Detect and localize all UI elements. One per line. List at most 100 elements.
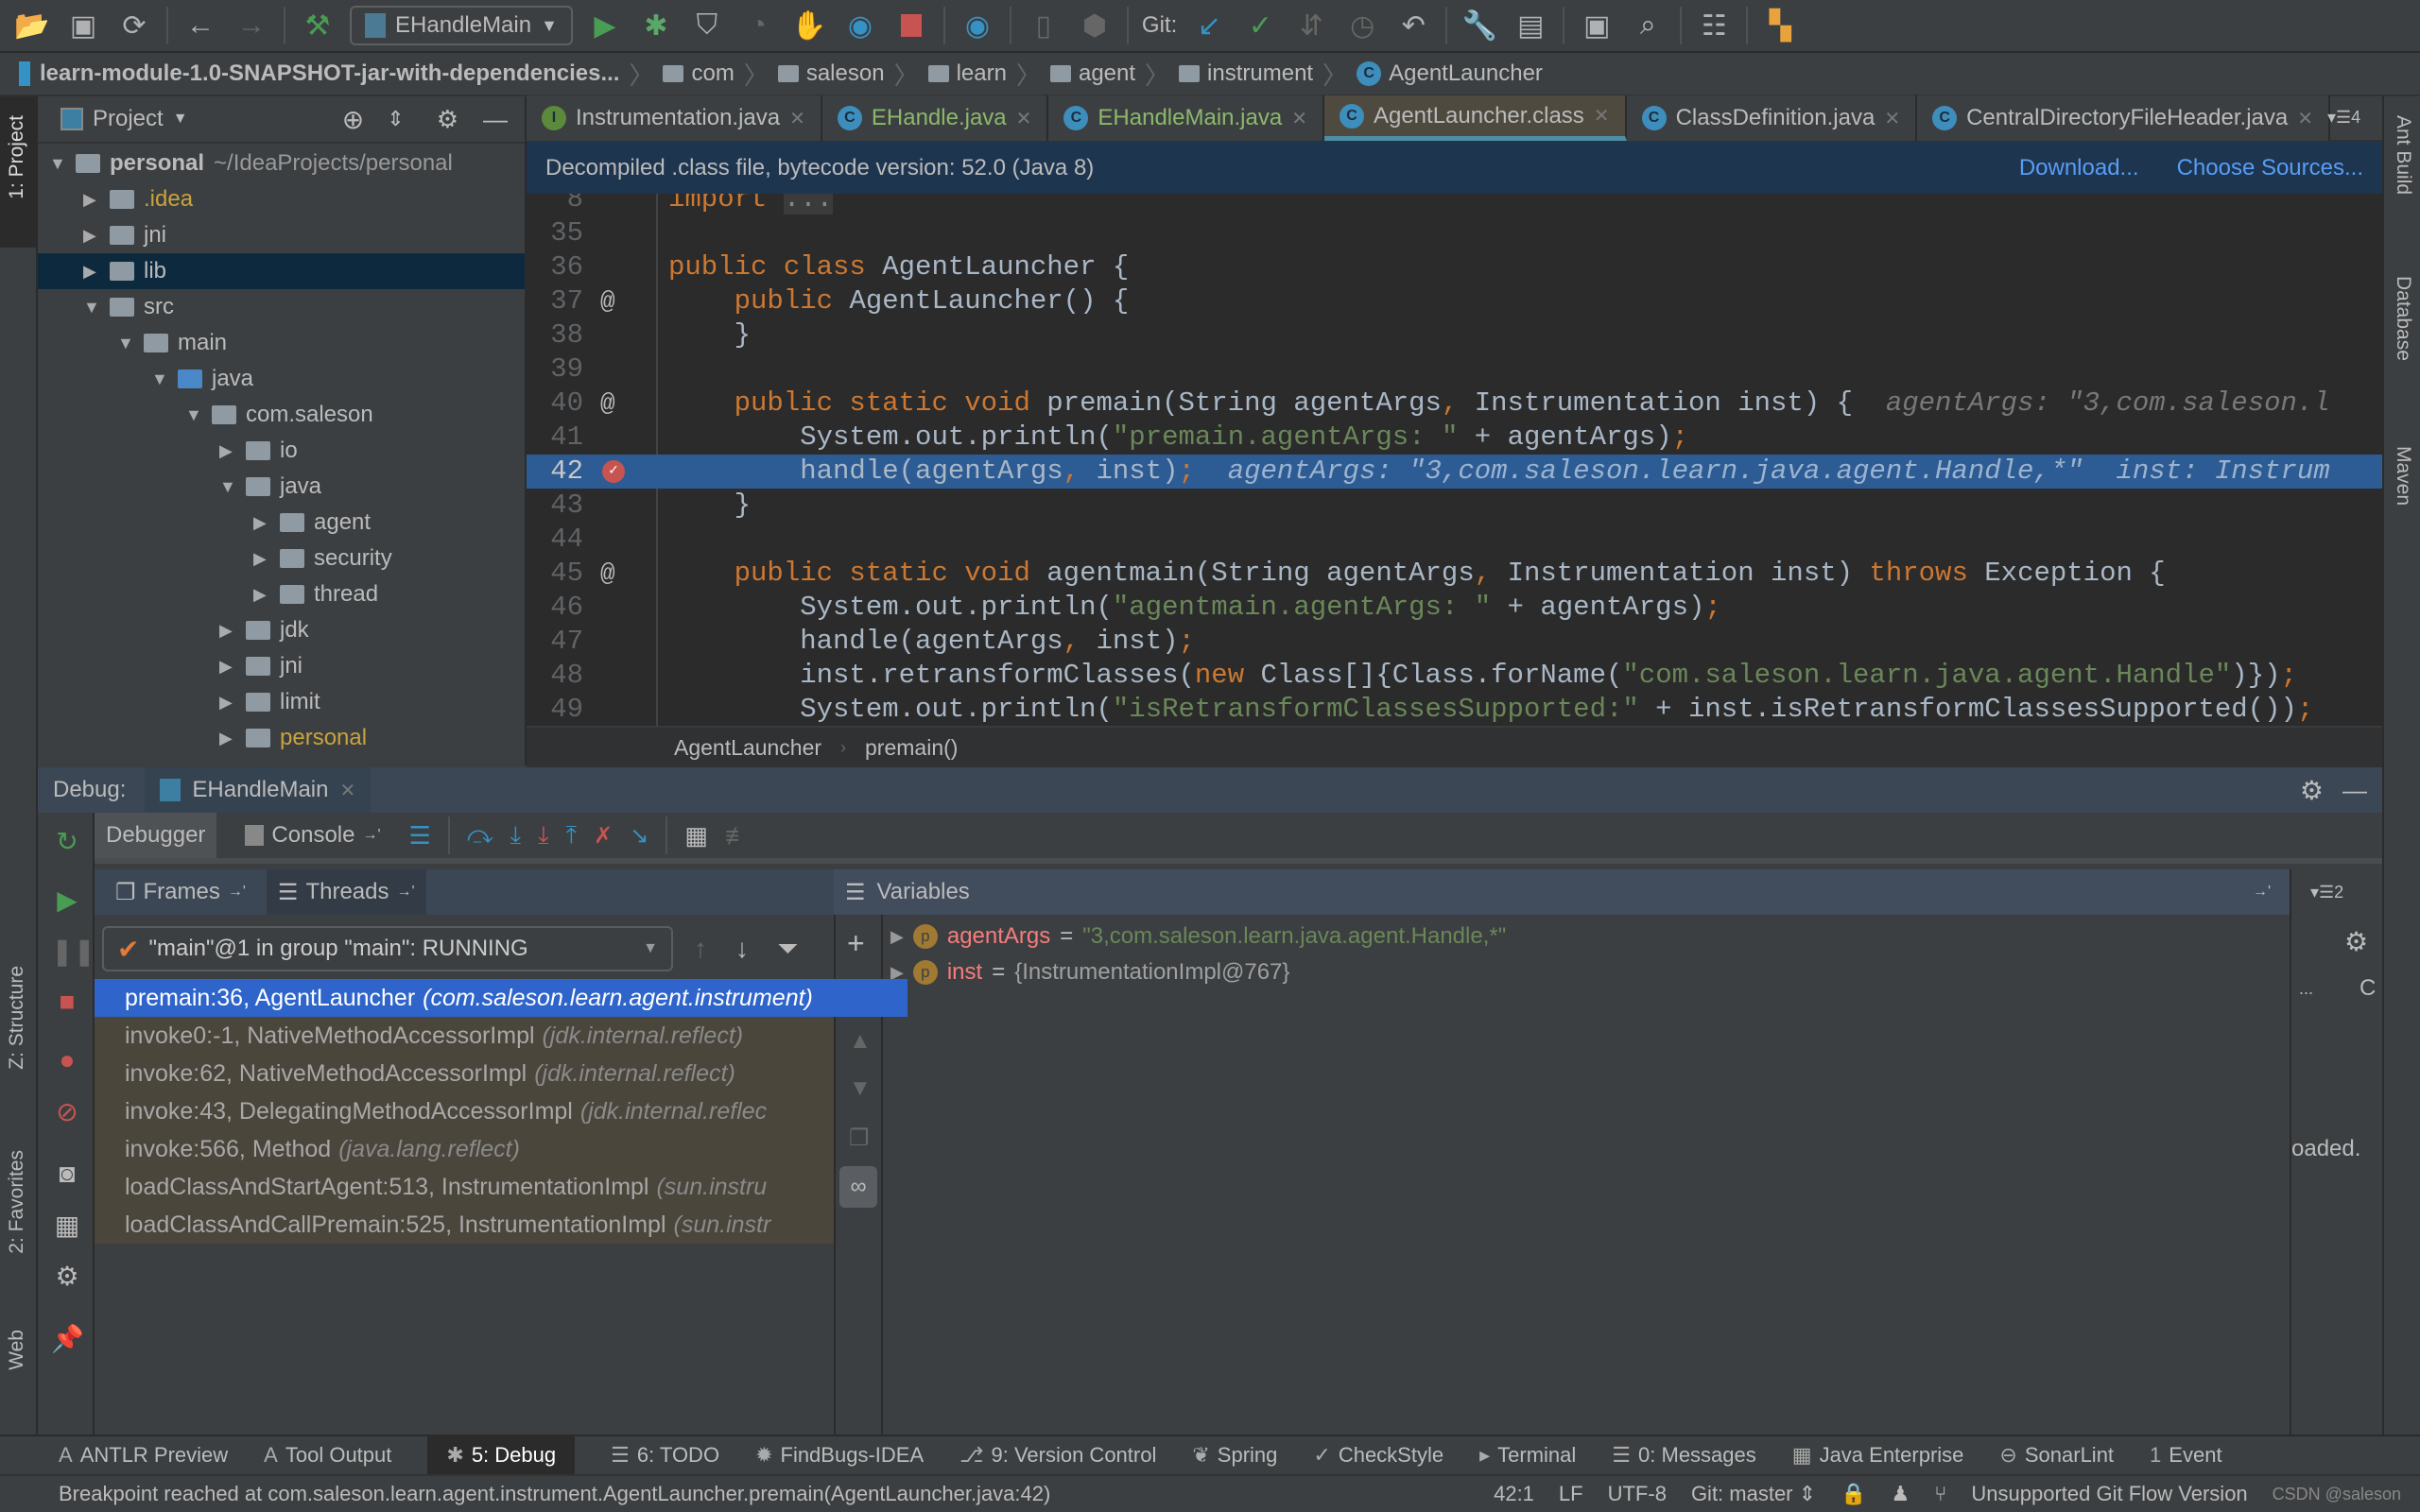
git-commit-icon[interactable]: ✓ xyxy=(1241,7,1279,44)
tree-item-jni[interactable]: ▶ jni xyxy=(38,648,525,684)
line-number[interactable]: 49 xyxy=(527,693,583,726)
download-link[interactable]: Download... xyxy=(2019,155,2139,181)
line-number[interactable]: 45 xyxy=(527,557,583,591)
resume-icon[interactable]: ▶ xyxy=(51,885,83,917)
mute-breakpoints-icon[interactable]: ⊘ xyxy=(51,1096,83,1128)
tasks-icon[interactable]: ☷ xyxy=(1695,7,1733,44)
tab-instrumentation-java[interactable]: I Instrumentation.java ✕ xyxy=(527,95,822,141)
arrow-up-icon[interactable]: ↑ xyxy=(694,934,707,964)
line-number[interactable]: 37 xyxy=(527,284,583,318)
frame-row[interactable]: invoke:62, NativeMethodAccessorImpl (jdk.… xyxy=(95,1055,834,1092)
gauge2-icon[interactable]: ◉ xyxy=(959,7,996,44)
tab-frames[interactable]: ❐ Frames →' xyxy=(104,869,257,915)
tool-sonarlint[interactable]: ⊖ SonarLint xyxy=(1999,1436,2114,1474)
tree-item-java[interactable]: ▼ java xyxy=(38,469,525,505)
tab-console[interactable]: Console →' xyxy=(233,813,391,858)
expanded-arrow-icon[interactable]: ▼ xyxy=(117,334,134,353)
line-number[interactable]: 41 xyxy=(527,421,583,455)
collapsed-arrow-icon[interactable]: ▶ xyxy=(219,621,236,641)
gear-icon[interactable]: ⚙ xyxy=(51,1261,83,1293)
expanded-arrow-icon[interactable]: ▼ xyxy=(185,405,202,425)
run-icon[interactable]: ▶ xyxy=(586,7,624,44)
arrow-down-icon[interactable]: ↓ xyxy=(735,934,749,964)
choose-sources-link[interactable]: Choose Sources... xyxy=(2177,155,2363,181)
tree-item-limit[interactable]: ▶ limit xyxy=(38,684,525,720)
android-icon[interactable]: ▯ xyxy=(1025,7,1063,44)
locate-icon[interactable]: ⊕ xyxy=(342,104,364,135)
camera-icon[interactable]: ◙ xyxy=(51,1159,83,1191)
breakpoint-icon[interactable]: ✓ xyxy=(602,460,625,483)
collapse-all-icon[interactable]: ⇕ xyxy=(387,107,404,131)
tab-classdefinition-java[interactable]: C ClassDefinition.java ✕ xyxy=(1626,95,1918,141)
stop-icon[interactable] xyxy=(892,7,930,44)
tree-item-src[interactable]: ▼ src xyxy=(38,289,525,325)
hide-icon[interactable]: — xyxy=(483,105,508,134)
show-execution-point-icon[interactable]: ☰ xyxy=(409,821,431,850)
run-to-cursor-icon[interactable]: ↘ xyxy=(630,822,648,850)
run-configuration-select[interactable]: EHandleMain ▼ xyxy=(350,6,573,45)
profile-icon[interactable]: ◔ xyxy=(739,7,777,44)
crumb-method[interactable]: premain() xyxy=(865,735,958,761)
encoding[interactable]: UTF-8 xyxy=(1608,1482,1667,1506)
plugin-icon[interactable]: ▚ xyxy=(1761,7,1799,44)
breadcrumb-root[interactable]: learn-module-1.0-SNAPSHOT-jar-with-depen… xyxy=(40,60,619,87)
step-out-icon[interactable]: ⤒ xyxy=(566,820,578,850)
stripe-project[interactable]: 1: Project xyxy=(6,115,28,199)
crumb-class[interactable]: AgentLauncher xyxy=(674,735,821,761)
gear-icon[interactable]: ⚙ xyxy=(2344,926,2368,957)
line-number[interactable]: 35 xyxy=(527,216,583,250)
line-number[interactable]: 46 xyxy=(527,591,583,625)
collapsed-arrow-icon[interactable]: ▶ xyxy=(219,657,236,677)
view-breakpoints-icon[interactable]: ● xyxy=(51,1045,83,1077)
tab-centraldirectoryfileheader-java[interactable]: C CentralDirectoryFileHeader.java ✕ xyxy=(1917,95,2330,141)
stripe-structure[interactable]: Z: Structure xyxy=(6,966,28,1070)
expanded-arrow-icon[interactable]: ▼ xyxy=(219,477,236,497)
collapsed-arrow-icon[interactable]: ▶ xyxy=(83,262,100,282)
frame-row[interactable]: premain:36, AgentLauncher (com.saleson.le… xyxy=(95,979,908,1017)
stripe-database[interactable]: Database xyxy=(2392,276,2414,361)
stripe-maven[interactable]: Maven xyxy=(2392,446,2414,506)
line-number[interactable]: 47 xyxy=(527,625,583,659)
tree-item-lib[interactable]: ▶ lib xyxy=(38,253,525,289)
variable-row[interactable]: ▶ p agentArgs = "3,com.saleson.learn.java.ag… xyxy=(883,919,2290,954)
pause-icon[interactable]: ❚❚ xyxy=(51,936,95,968)
collapsed-arrow-icon[interactable]: ▶ xyxy=(219,693,236,713)
tool-tool-output[interactable]: A Tool Output xyxy=(264,1436,391,1474)
gear-icon[interactable]: ⚙ xyxy=(2300,775,2324,806)
tree-item-java[interactable]: ▼ java xyxy=(38,361,525,397)
tool-9-version-control[interactable]: ⎇ 9: Version Control xyxy=(959,1436,1156,1474)
tree-item-security[interactable]: ▶ security xyxy=(38,541,525,576)
tool-6-todo[interactable]: ☰ 6: TODO xyxy=(611,1436,719,1474)
line-number[interactable]: 44 xyxy=(527,523,583,557)
tree-item-idea[interactable]: ▶ .idea xyxy=(38,181,525,217)
collapsed-arrow-icon[interactable]: ▶ xyxy=(219,729,236,748)
copy-icon[interactable]: ❐ xyxy=(849,1125,870,1152)
evaluate-icon[interactable]: ▦ xyxy=(684,821,708,850)
tree-item-personal[interactable]: ▼ personal ~/IdeaProjects/personal xyxy=(38,146,525,181)
frame-row[interactable]: loadClassAndCallPremain:525, Instrumenta… xyxy=(95,1206,834,1244)
collapsed-arrow-icon[interactable]: ▶ xyxy=(83,226,100,246)
tree-item-agent[interactable]: ▶ agent xyxy=(38,505,525,541)
line-separator[interactable]: LF xyxy=(1559,1482,1583,1506)
project-view-select[interactable]: Project xyxy=(93,106,164,132)
tool-checkstyle[interactable]: ✓ CheckStyle xyxy=(1313,1436,1443,1474)
breadcrumb-class[interactable]: C AgentLauncher xyxy=(1357,60,1543,87)
line-number[interactable]: 48 xyxy=(527,659,583,693)
tool-event[interactable]: 1 Event xyxy=(2150,1436,2222,1474)
attach-icon[interactable]: ✋ xyxy=(790,7,828,44)
close-icon[interactable]: ✕ xyxy=(2297,107,2313,130)
tree-item-personal[interactable]: ▶ personal xyxy=(38,720,525,756)
step-over-icon[interactable]: ⤼ xyxy=(467,820,493,850)
breadcrumb-com[interactable]: com xyxy=(663,60,735,87)
gauge-icon[interactable]: ◉ xyxy=(841,7,879,44)
pin-icon[interactable]: 📌 xyxy=(51,1323,84,1355)
collapsed-arrow-icon[interactable]: ▶ xyxy=(253,585,270,605)
expanded-arrow-icon[interactable]: ▼ xyxy=(49,154,66,174)
breadcrumb-saleson[interactable]: saleson xyxy=(777,60,885,87)
tool-antlr-preview[interactable]: A ANTLR Preview xyxy=(59,1436,228,1474)
frame-row[interactable]: invoke:566, Method (java.lang.reflect) xyxy=(95,1130,834,1168)
git-push-icon[interactable]: ⇵ xyxy=(1292,7,1330,44)
tab-debugger[interactable]: Debugger xyxy=(95,813,217,858)
tab-threads[interactable]: ☰ Threads →' xyxy=(266,869,426,915)
step-into-icon[interactable]: ⤓ xyxy=(510,820,522,850)
